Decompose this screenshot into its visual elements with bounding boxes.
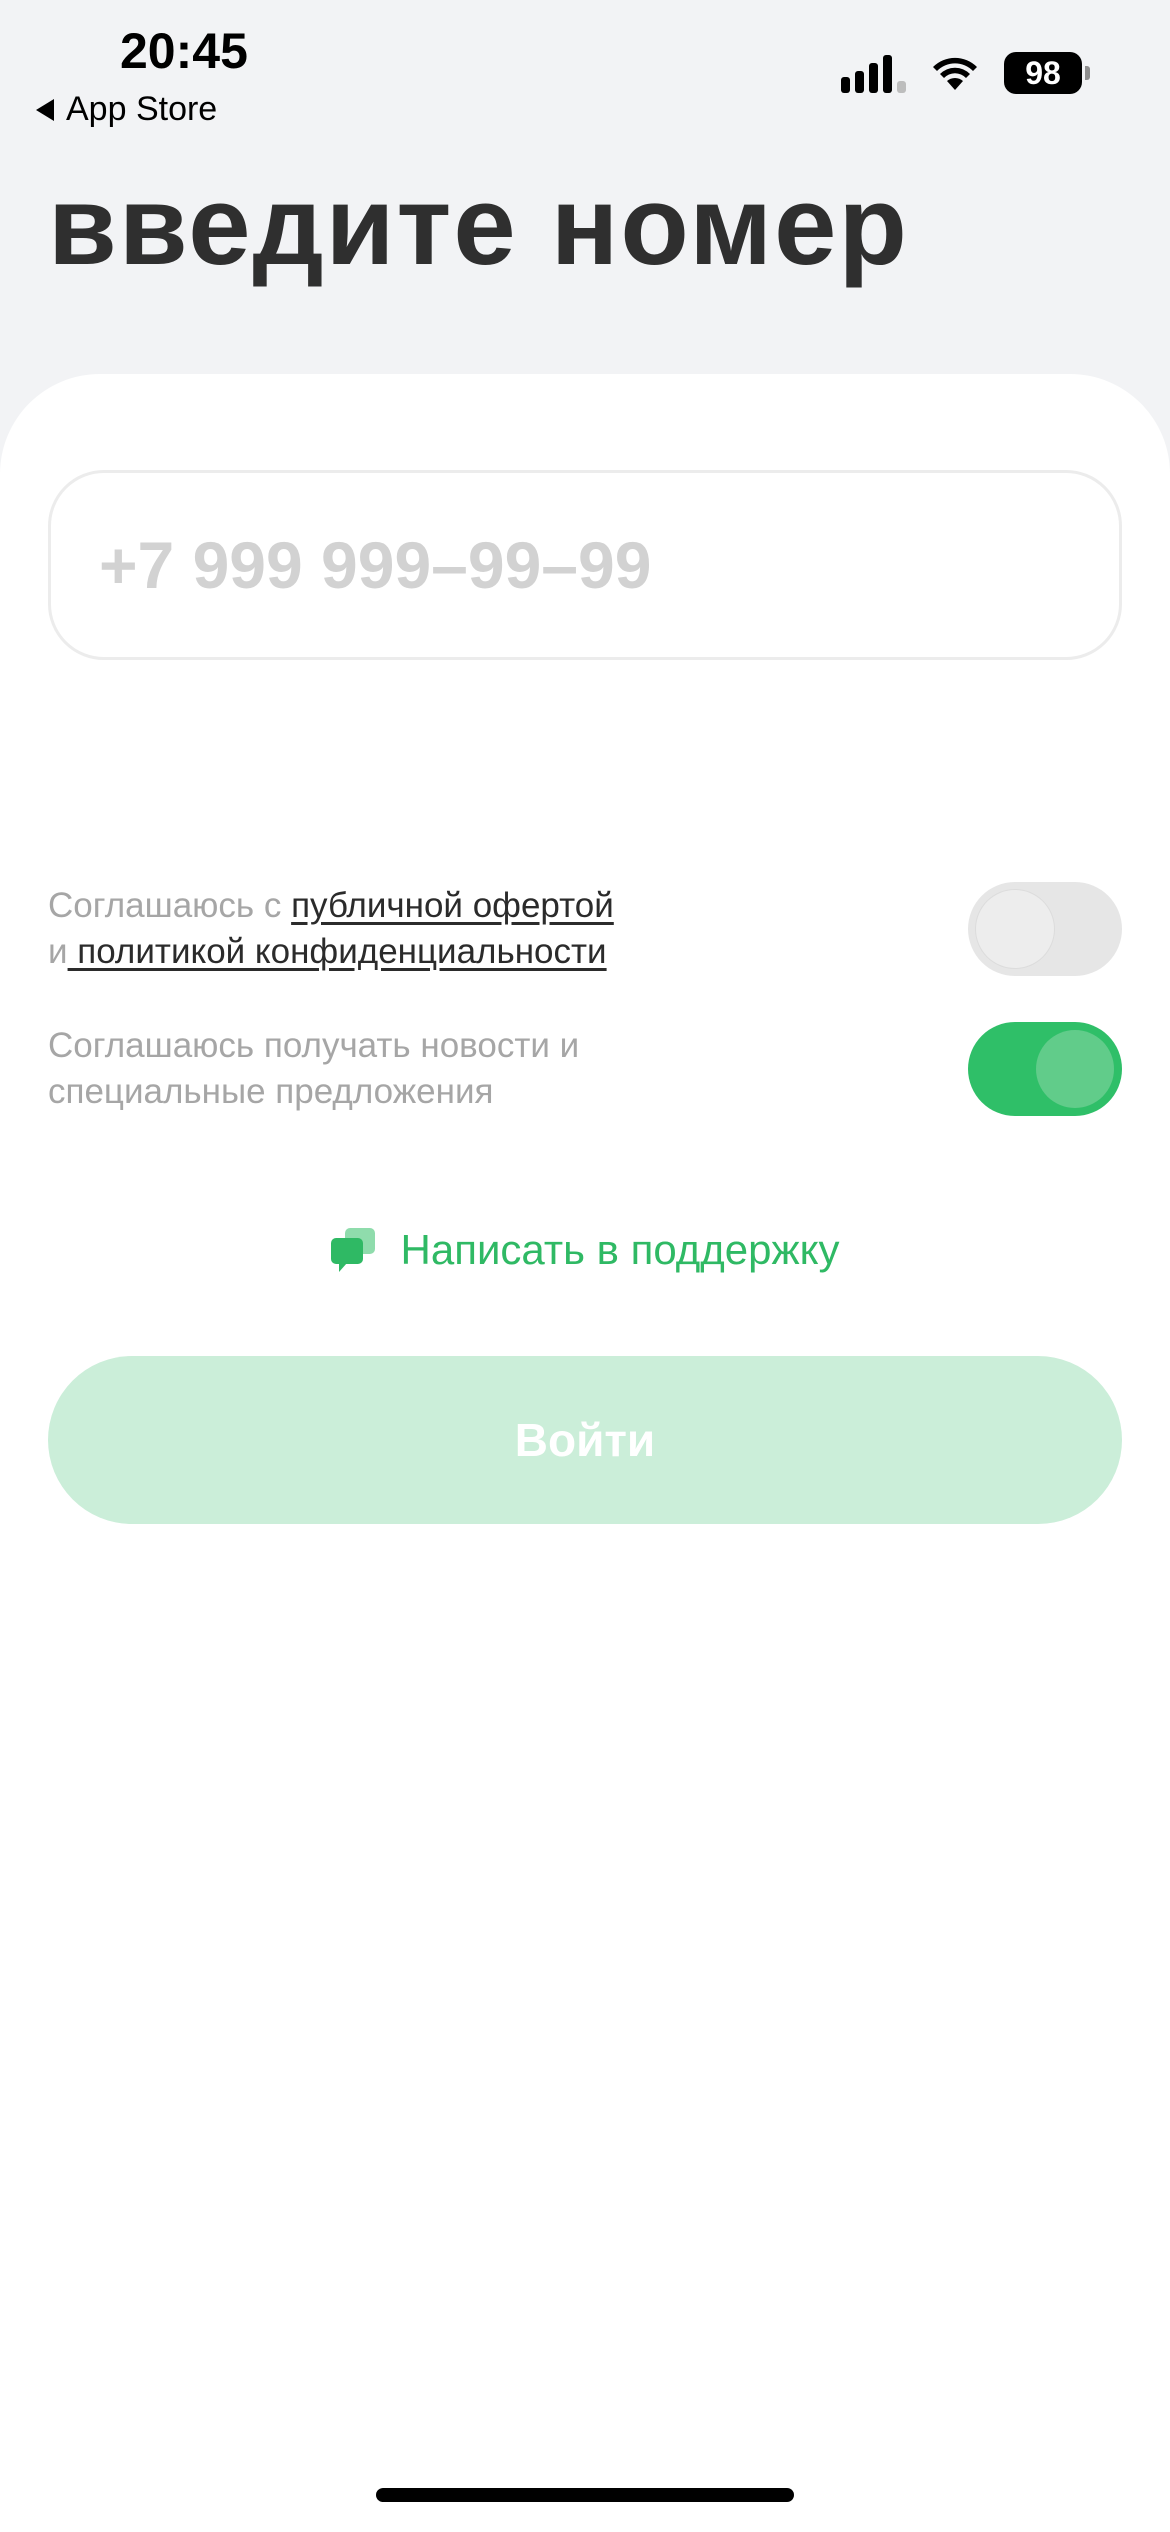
form-card: Соглашаюсь с публичной офертой и политик… (0, 374, 1170, 2532)
support-link[interactable]: Написать в поддержку (0, 1226, 1170, 1274)
battery-icon: 98 (1004, 52, 1090, 94)
offer-consent-row: Соглашаюсь с публичной офертой и политик… (48, 882, 1122, 976)
offer-consent-text: Соглашаюсь с публичной офертой и политик… (48, 886, 614, 971)
page-title: Введите номер (48, 163, 909, 288)
offer-consent-toggle[interactable] (968, 882, 1122, 976)
phone-input[interactable] (48, 470, 1122, 660)
status-indicators: 98 (841, 52, 1090, 94)
back-to-app-store[interactable]: App Store (36, 90, 217, 129)
login-button[interactable]: Войти (48, 1356, 1122, 1524)
back-label: App Store (66, 90, 218, 128)
cellular-signal-icon (841, 53, 906, 93)
news-consent-text: Соглашаюсь получать новости и специальны… (48, 1026, 580, 1111)
back-arrow-icon (36, 98, 54, 121)
home-indicator (376, 2488, 794, 2502)
wifi-icon (930, 54, 980, 92)
status-time: 20:45 (120, 23, 248, 79)
toggle-knob (976, 890, 1054, 968)
news-consent-toggle[interactable] (968, 1022, 1122, 1116)
support-label: Написать в поддержку (400, 1226, 840, 1273)
toggle-knob (1036, 1030, 1114, 1108)
battery-level: 98 (1004, 52, 1082, 94)
news-consent-row: Соглашаюсь получать новости и специальны… (48, 1022, 1122, 1116)
chat-bubbles-icon (330, 1228, 375, 1272)
login-screen: 20:45 App Store 98 Введите номер (0, 0, 1170, 2532)
privacy-policy-link[interactable]: политикой конфиденциальности (68, 932, 606, 971)
public-offer-link[interactable]: публичной офертой (291, 886, 614, 925)
